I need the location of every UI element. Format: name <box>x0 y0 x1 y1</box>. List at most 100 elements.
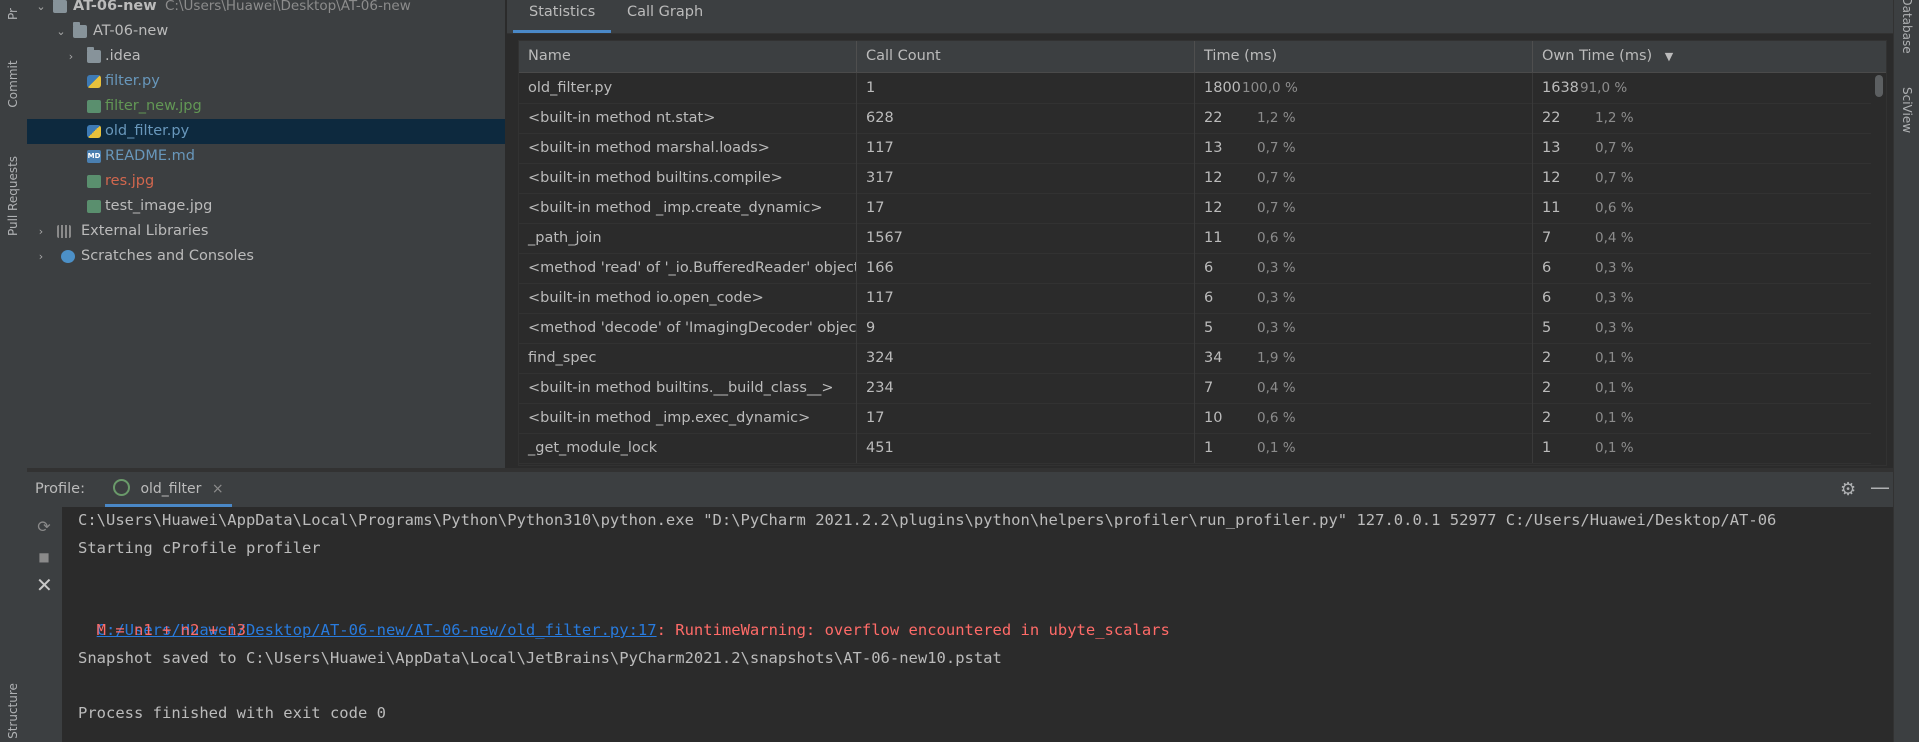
cell-name: <built-in method _imp.create_dynamic> <box>519 193 857 223</box>
tree-item[interactable]: ⌄ AT-06-new <box>27 19 505 44</box>
scrollbar-thumb[interactable] <box>1875 75 1883 97</box>
tool-tab-commit[interactable]: Commit <box>2 48 24 120</box>
tool-tab-project[interactable]: Pr <box>2 0 24 28</box>
cell-name: <method 'read' of '_io.BufferedReader' o… <box>519 253 857 283</box>
tree-item[interactable]: › .idea <box>27 44 505 69</box>
cell-own-time: 13 0,7 % <box>1533 133 1871 163</box>
chevron-right-icon[interactable]: › <box>35 219 47 244</box>
chevron-right-icon[interactable]: › <box>65 44 77 69</box>
cell-name: <method 'decode' of 'ImagingDecoder' obj… <box>519 313 857 343</box>
cell-time: 5 0,3 % <box>1195 313 1533 343</box>
tool-tab-structure-label: Structure <box>6 683 20 739</box>
tree-item-label: filter.py <box>105 73 160 89</box>
cell-time-value: 11 <box>1204 230 1223 246</box>
tree-item[interactable]: › Scratches and Consoles <box>27 244 505 269</box>
tool-tab-project-label: Pr <box>6 8 20 20</box>
cell-own-time-percent: 1,2 % <box>1595 110 1634 126</box>
table-row[interactable]: <built-in method io.open_code> 117 6 0,3 % 6… <box>519 283 1871 314</box>
close-icon[interactable]: ✕ <box>36 575 53 595</box>
cell-time: 7 0,4 % <box>1195 373 1533 403</box>
tree-item[interactable]: › External Libraries <box>27 219 505 244</box>
cell-own-time-percent: 0,4 % <box>1595 230 1634 246</box>
cell-time-value: 12 <box>1204 200 1223 216</box>
folder-icon <box>53 0 67 13</box>
table-row[interactable]: <built-in method _imp.create_dynamic> 17 1… <box>519 193 1871 224</box>
column-header-own-time[interactable]: Own Time (ms) ▼ <box>1533 41 1871 72</box>
tree-item-label: Scratches and Consoles <box>81 248 254 264</box>
cell-own-time-percent: 0,7 % <box>1595 140 1634 156</box>
cell-own-time-percent: 0,1 % <box>1595 380 1634 396</box>
cell-own-time-percent: 0,3 % <box>1595 290 1634 306</box>
cell-own-time: 1 0,1 % <box>1533 433 1871 463</box>
cell-time: 1800 100,0 % <box>1195 73 1533 103</box>
tool-tab-database[interactable]: Database <box>1896 0 1918 54</box>
tool-tab-sciview[interactable]: SciView <box>1896 75 1918 145</box>
close-icon[interactable]: × <box>212 481 224 497</box>
cell-name: <built-in method _imp.exec_dynamic> <box>519 403 857 433</box>
tree-item[interactable]: filter.py <box>27 69 505 94</box>
cell-name: old_filter.py <box>519 73 857 103</box>
cell-time-percent: 1,9 % <box>1257 350 1296 366</box>
table-row[interactable]: <method 'read' of '_io.BufferedReader' o… <box>519 253 1871 284</box>
cell-time: 1 0,1 % <box>1195 433 1533 463</box>
cell-time-percent: 0,1 % <box>1257 440 1296 456</box>
chevron-right-icon[interactable]: › <box>35 244 47 269</box>
rerun-icon[interactable]: ⟳ <box>36 519 52 535</box>
tab-statistics[interactable]: Statistics <box>513 0 612 33</box>
tree-item-selected[interactable]: old_filter.py <box>27 119 505 144</box>
table-row[interactable]: <built-in method builtins.compile> 317 12 0… <box>519 163 1871 194</box>
tree-item[interactable]: test_image.jpg <box>27 194 505 219</box>
tree-item[interactable]: res.jpg <box>27 169 505 194</box>
table-row[interactable]: <built-in method builtins.__build_class_… <box>519 373 1871 404</box>
cell-call-count: 451 <box>857 433 1195 463</box>
sort-descending-icon: ▼ <box>1664 50 1674 63</box>
cell-time: 10 0,6 % <box>1195 403 1533 433</box>
cell-call-count: 1567 <box>857 223 1195 253</box>
cell-name: <built-in method nt.stat> <box>519 103 857 133</box>
tree-item-label: External Libraries <box>81 223 209 239</box>
table-row[interactable]: _get_module_lock 451 1 0,1 % 1 0,1 % <box>519 433 1871 464</box>
table-row[interactable]: <built-in method nt.stat> 628 22 1,2 % 22 1,2… <box>519 103 1871 134</box>
cell-name: _get_module_lock <box>519 433 857 463</box>
tree-root[interactable]: ⌄ AT-06-new C:\Users\Huawei\Desktop\AT-0… <box>27 0 505 19</box>
tab-call-graph[interactable]: Call Graph <box>611 0 719 33</box>
cell-name: <built-in method builtins.__build_class_… <box>519 373 857 403</box>
table-row[interactable]: <built-in method _imp.exec_dynamic> 17 10 0… <box>519 403 1871 434</box>
tree-item-label: res.jpg <box>105 173 155 189</box>
cell-time-value: 6 <box>1204 260 1214 276</box>
chevron-down-icon[interactable]: ⌄ <box>35 0 47 19</box>
run-tab-old-filter[interactable]: old_filter × <box>105 472 232 507</box>
tree-item[interactable]: MD README.md <box>27 144 505 169</box>
table-row[interactable]: _path_join 1567 11 0,6 % 7 0,4 % <box>519 223 1871 254</box>
table-row[interactable]: old_filter.py 1 1800 100,0 % 1638 91,0 % <box>519 73 1871 104</box>
right-tool-strip: Database SciView <box>1893 0 1919 742</box>
tool-tab-pull-requests[interactable]: Pull Requests <box>2 140 24 252</box>
table-row[interactable]: find_spec 324 34 1,9 % 2 0,1 % <box>519 343 1871 374</box>
cell-time: 12 0,7 % <box>1195 163 1533 193</box>
chevron-down-icon[interactable]: ⌄ <box>55 19 67 44</box>
column-header-time[interactable]: Time (ms) <box>1195 41 1533 72</box>
cell-own-time: 5 0,3 % <box>1533 313 1871 343</box>
minimize-icon[interactable]: — <box>1870 475 1890 499</box>
tool-tab-structure[interactable]: Structure <box>2 680 24 742</box>
cell-name: find_spec <box>519 343 857 373</box>
cell-call-count: 166 <box>857 253 1195 283</box>
cell-own-time: 1638 91,0 % <box>1533 73 1871 103</box>
tree-item-label: old_filter.py <box>105 123 190 139</box>
cell-own-time-value: 1 <box>1542 440 1552 456</box>
table-row[interactable]: <method 'decode' of 'ImagingDecoder' obj… <box>519 313 1871 344</box>
cell-own-time: 22 1,2 % <box>1533 103 1871 133</box>
image-file-icon <box>87 175 101 188</box>
cell-own-time: 2 0,1 % <box>1533 343 1871 373</box>
tree-item[interactable]: filter_new.jpg <box>27 94 505 119</box>
statistics-table: Name Call Count Time (ms) Own Time (ms) … <box>518 40 1887 466</box>
cell-own-time-percent: 0,6 % <box>1595 200 1634 216</box>
stop-icon[interactable]: ■ <box>36 549 52 565</box>
table-row[interactable]: <built-in method marshal.loads> 117 13 0,7 … <box>519 133 1871 164</box>
column-header-call-count[interactable]: Call Count <box>857 41 1195 72</box>
cell-time-percent: 0,4 % <box>1257 380 1296 396</box>
gear-icon[interactable]: ⚙ <box>1840 479 1856 500</box>
table-scrollbar[interactable] <box>1871 73 1886 465</box>
cell-own-time: 7 0,4 % <box>1533 223 1871 253</box>
column-header-name[interactable]: Name <box>519 41 857 72</box>
